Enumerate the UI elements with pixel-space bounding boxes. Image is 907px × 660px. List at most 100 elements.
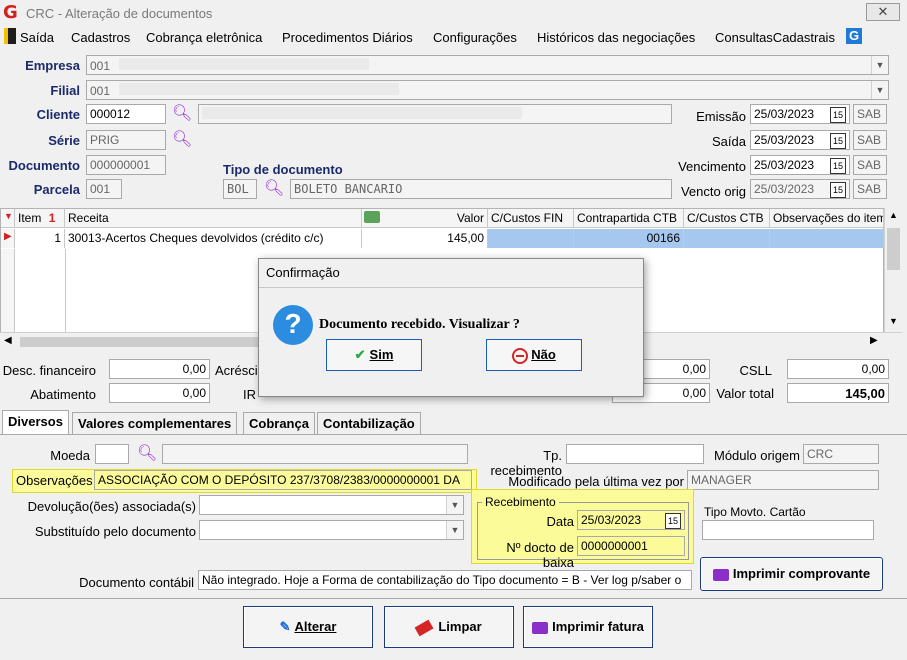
menu-historicos[interactable]: Históricos das negociações (537, 30, 695, 45)
dialog-yes-button[interactable]: ✔ Sim (326, 339, 422, 371)
tipo-movto-cartao-label: Tipo Movto. Cartão (704, 505, 806, 519)
substituido-label: Substituído pelo documento (34, 524, 196, 539)
column-header-ccustos-fin[interactable]: C/Custos FIN (488, 209, 574, 228)
grid-vertical-scrollbar[interactable]: ▲ ▼ (884, 208, 902, 332)
filial-select[interactable]: 001 (86, 80, 889, 100)
serie-input[interactable]: PRIG (86, 130, 166, 150)
menu-cadastros[interactable]: Cadastros (71, 30, 130, 45)
scroll-right-icon[interactable]: ▶ (870, 335, 878, 346)
table-cell-receita[interactable]: 30013-Acertos Cheques devolvidos (crédit… (65, 229, 362, 248)
column-header-ccustos-ctb[interactable]: C/Custos CTB (684, 209, 770, 228)
scroll-left-icon[interactable]: ◀ (4, 335, 12, 346)
scroll-thumb[interactable] (887, 228, 900, 270)
column-header-valor[interactable]: Valor (362, 209, 488, 228)
close-button[interactable]: ✕ (866, 3, 900, 21)
menu-cobranca-eletronica[interactable]: Cobrança eletrônica (146, 30, 262, 45)
observacoes-label: Observações (16, 473, 93, 488)
table-cell-observacoes[interactable] (770, 229, 884, 248)
tp-recebimento-input[interactable] (566, 444, 704, 464)
substituido-select[interactable] (199, 520, 464, 540)
printer-icon (532, 621, 549, 634)
tab-diversos[interactable]: Diversos (2, 410, 69, 434)
valor-total-input: 145,00 (787, 383, 889, 403)
parcela-input[interactable]: 001 (86, 179, 122, 199)
moeda-input[interactable] (95, 444, 129, 464)
observacoes-input[interactable]: ASSOCIAÇÃO COM O DEPÓSITO 237/3708/2383/… (94, 470, 472, 490)
moeda-desc-field (162, 444, 468, 464)
emissao-calendar-icon[interactable]: 15 (830, 107, 846, 123)
table-cell-item[interactable]: 1 (15, 229, 65, 248)
tab-panel-border (0, 434, 907, 435)
abatimento-label: Abatimento (30, 387, 96, 402)
csll-input[interactable]: 0,00 (787, 359, 889, 379)
menu-procedimentos-diarios[interactable]: Procedimentos Diários (282, 30, 413, 45)
limpar-button[interactable]: Limpar (384, 606, 514, 648)
dialog-title-divider (259, 287, 643, 288)
column-header-item[interactable]: Item 1 (15, 209, 65, 228)
cliente-label: Cliente (36, 107, 80, 122)
cliente-name-field (198, 104, 672, 124)
vencimento-weekday: SAB (853, 155, 887, 175)
desc-financeiro-input[interactable]: 0,00 (109, 359, 210, 379)
column-header-contrapartida[interactable]: Contrapartida CTB (574, 209, 684, 228)
ndocto-baixa-input[interactable]: 0000000001 (577, 536, 685, 556)
documento-contabil-field: Não integrado. Hoje a Forma de contabili… (198, 570, 692, 590)
moeda-search-icon[interactable]: 🔍︎ (137, 446, 157, 464)
vencto-orig-label: Vencto orig (680, 184, 746, 199)
imprimir-fatura-button[interactable]: Imprimir fatura (523, 606, 653, 648)
scroll-up-icon[interactable]: ▲ (889, 210, 898, 220)
documento-contabil-label: Documento contábil (79, 575, 194, 590)
title-bar: G CRC - Alteração de documentos ✕ (0, 0, 907, 26)
modulo-origem-input: CRC (803, 444, 879, 464)
table-cell-valor[interactable]: 145,00 (362, 229, 488, 248)
empresa-dropdown-icon[interactable]: ▼ (871, 56, 888, 74)
recebimento-calendar-icon[interactable]: 15 (665, 513, 681, 529)
tipo-documento-desc: BOLETO BANCARIO (290, 179, 672, 199)
table-cell-contrapartida[interactable]: 00166 (574, 229, 684, 248)
vencto-orig-calendar-icon[interactable]: 15 (830, 182, 846, 198)
tipo-documento-search-icon[interactable]: 🔍︎ (264, 181, 284, 199)
window-title: CRC - Alteração de documentos (26, 6, 213, 21)
serie-search-icon[interactable]: 🔍︎ (172, 132, 192, 150)
substituido-dropdown-icon[interactable]: ▼ (446, 521, 463, 539)
documento-input[interactable]: 000000001 (86, 155, 166, 175)
ndocto-baixa-label: Nº docto de baixa (506, 540, 574, 570)
emissao-weekday: SAB (853, 104, 887, 124)
tipo-documento-code[interactable]: BOL (223, 179, 257, 199)
dialog-no-button[interactable]: Não (486, 339, 582, 371)
column-header-receita[interactable]: Receita (65, 209, 362, 228)
table-cell-ccustos-ctb[interactable] (684, 229, 770, 248)
printer-icon (712, 568, 729, 581)
imprimir-comprovante-button[interactable]: Imprimir comprovante (700, 557, 883, 591)
help-g-icon[interactable]: G (846, 28, 862, 44)
cliente-code-input[interactable]: 000012 (86, 104, 166, 124)
emissao-label: Emissão (696, 109, 746, 124)
tipo-documento-label: Tipo de documento (223, 162, 343, 177)
saida-calendar-icon[interactable]: 15 (830, 133, 846, 149)
menu-configuracoes[interactable]: Configurações (433, 30, 517, 45)
checkmark-icon: ✔ (354, 347, 366, 362)
tipo-movto-cartao-input[interactable] (702, 520, 874, 540)
modificado-input: MANAGER (687, 470, 879, 490)
abatimento-input[interactable]: 0,00 (109, 383, 210, 403)
vencimento-calendar-icon[interactable]: 15 (830, 158, 846, 174)
filial-dropdown-icon[interactable]: ▼ (871, 81, 888, 99)
column-header-observacoes[interactable]: Observações do item (770, 209, 884, 228)
devolucao-label: Devolução(ões) associada(s) (27, 499, 196, 514)
table-cell-ccustos-fin[interactable] (488, 229, 574, 248)
tab-valores-complementares[interactable]: Valores complementares (72, 412, 238, 434)
devolucao-dropdown-icon[interactable]: ▼ (446, 496, 463, 514)
devolucao-select[interactable] (199, 495, 464, 515)
row-indicator-header: ▼ (1, 209, 15, 228)
exit-icon[interactable] (4, 28, 16, 44)
menu-saida[interactable]: Saída (20, 30, 54, 45)
alterar-button[interactable]: ✎ Alterar (243, 606, 373, 648)
empresa-select[interactable]: 001 (86, 55, 889, 75)
scroll-down-icon[interactable]: ▼ (889, 316, 898, 326)
cliente-search-icon[interactable]: 🔍︎ (172, 106, 192, 124)
tab-cobranca[interactable]: Cobrança (243, 412, 315, 434)
tab-contabilizacao[interactable]: Contabilização (317, 412, 421, 434)
no-icon (512, 347, 529, 364)
menu-consultas-cadastrais[interactable]: ConsultasCadastrais (715, 30, 835, 45)
pencil-icon: ✎ (279, 619, 291, 634)
